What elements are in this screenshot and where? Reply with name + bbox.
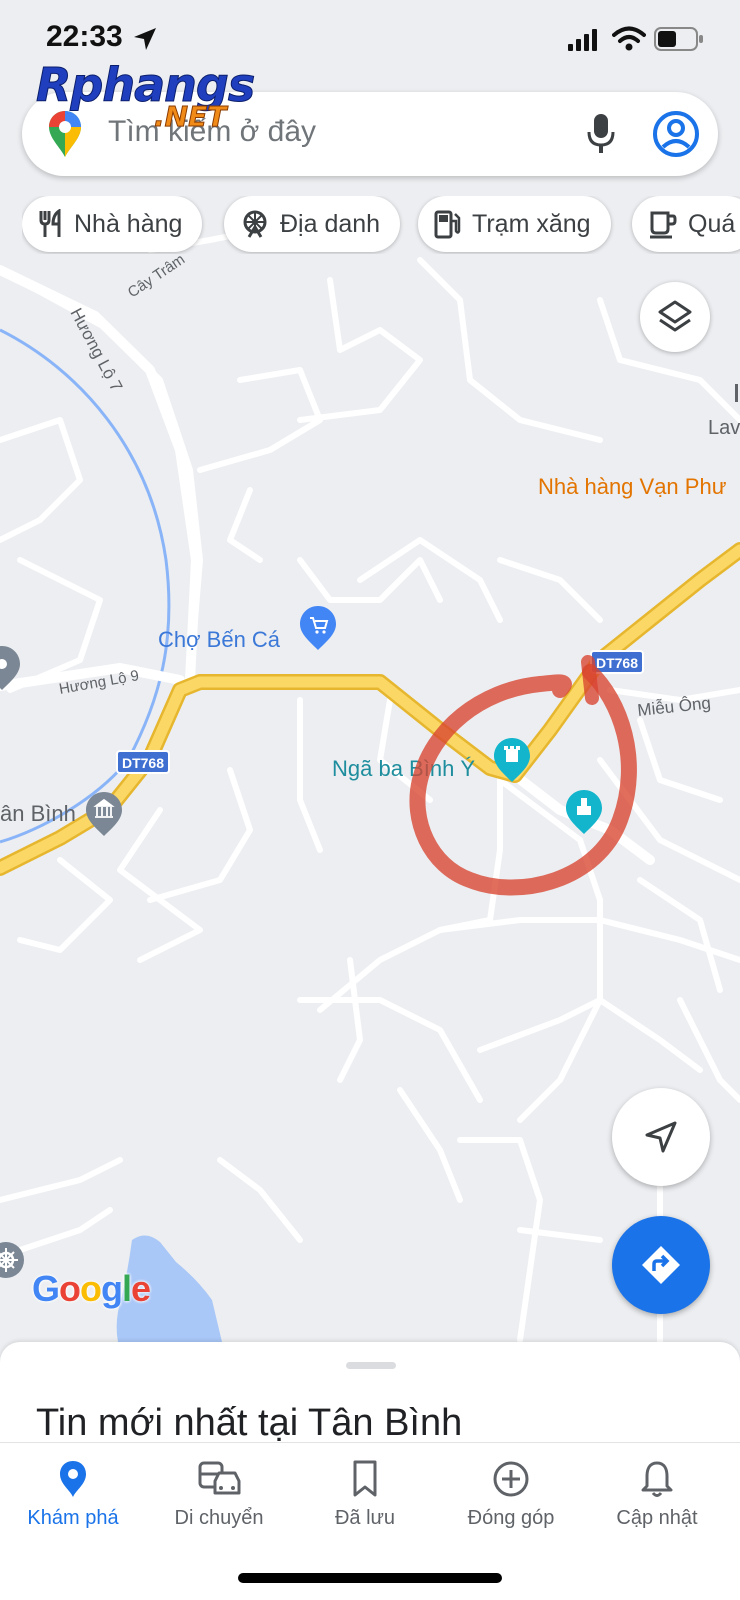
chip-coffee-label: Quá (688, 209, 736, 238)
navigation-arrow-icon (645, 1121, 677, 1153)
nav-saved[interactable]: Đã lưu (292, 1459, 438, 1549)
wifi-icon (612, 26, 646, 51)
place-label-lav: Lav (708, 417, 740, 439)
place-label-nha-hang-van-phu[interactable]: Nhà hàng Vạn Phư (538, 474, 727, 499)
bottom-sheet[interactable]: Tin mới nhất tại Tân Bình (0, 1342, 740, 1444)
chip-coffee[interactable]: Quá (632, 196, 740, 252)
directions-button[interactable] (612, 1216, 710, 1314)
route-shield-dt768-left: DT768 (116, 750, 170, 774)
chip-gas-stations[interactable]: Trạm xăng (418, 196, 611, 252)
place-label-nga-ba-binh-y[interactable]: Ngã ba Bình Ý (332, 756, 475, 781)
map-edge-marker (735, 384, 738, 402)
nav-saved-label: Đã lưu (334, 1507, 396, 1529)
bell-icon (641, 1461, 673, 1497)
nav-explore-label: Khám phá (27, 1507, 119, 1529)
add-circle-icon (493, 1461, 529, 1497)
google-logo-letter: l (122, 1268, 132, 1309)
google-logo-letter: G (32, 1268, 60, 1309)
mic-icon[interactable] (586, 112, 616, 156)
google-logo-letter: e (131, 1268, 151, 1309)
my-location-button[interactable] (612, 1088, 710, 1186)
route-shield-dt768-right-label: DT768 (596, 655, 638, 671)
route-shield-dt768-left-label: DT768 (122, 755, 164, 771)
nav-commute[interactable]: Di chuyển (146, 1459, 292, 1549)
nav-explore[interactable]: Khám phá (0, 1459, 146, 1549)
chip-restaurants-label: Nhà hàng (74, 209, 183, 238)
chip-attractions-label: Địa danh (280, 209, 381, 238)
home-indicator[interactable] (238, 1573, 502, 1583)
attraction-icon (243, 210, 267, 238)
battery-icon (654, 27, 703, 51)
layers-button[interactable] (640, 282, 710, 352)
sheet-drag-handle[interactable] (346, 1362, 396, 1369)
coffee-icon (650, 211, 677, 239)
restaurant-icon (39, 209, 61, 237)
nav-updates-label: Cập nhật (616, 1507, 698, 1529)
commute-icon (198, 1461, 241, 1495)
status-time: 22:33 (46, 20, 123, 53)
sheet-title: Tin mới nhất tại Tân Bình (36, 1402, 463, 1444)
bottom-navigation: Khám phá Di chuyển Đã lưu Đóng góp Cập n… (0, 1442, 740, 1600)
watermark-logo: Rphangs .NET (35, 58, 266, 136)
nav-contribute-label: Đóng góp (467, 1507, 555, 1529)
place-label-tan-binh[interactable]: ân Bình (0, 801, 76, 826)
nav-contribute[interactable]: Đóng góp (438, 1459, 584, 1549)
chip-attractions[interactable]: Địa danh (224, 196, 401, 252)
red-circle-annotation-tail (581, 655, 599, 705)
watermark-suffix-text: .NET (153, 100, 227, 134)
place-label-cho-ben-ca[interactable]: Chợ Bến Cá (158, 627, 281, 652)
google-logo-letter: g (101, 1268, 123, 1309)
location-arrow-icon (134, 28, 156, 50)
nav-commute-label: Di chuyển (174, 1507, 264, 1529)
signal-bars-icon (568, 29, 597, 51)
gas-station-icon (434, 210, 461, 239)
chip-restaurants[interactable]: Nhà hàng (22, 196, 203, 252)
category-chips: Nhà hàng Địa danh Trạm xăng Quá (22, 196, 740, 254)
google-logo-letter: o (80, 1268, 102, 1309)
account-circle-icon[interactable] (652, 110, 700, 158)
bookmark-icon (353, 1460, 377, 1497)
chip-gas-stations-label: Trạm xăng (472, 209, 591, 238)
directions-icon (642, 1246, 680, 1284)
google-logo-letter: o (59, 1268, 81, 1309)
google-logo: Google (32, 1268, 151, 1310)
nav-updates[interactable]: Cập nhật (584, 1459, 730, 1549)
layers-icon (658, 300, 692, 332)
explore-pin-icon (60, 1461, 86, 1497)
